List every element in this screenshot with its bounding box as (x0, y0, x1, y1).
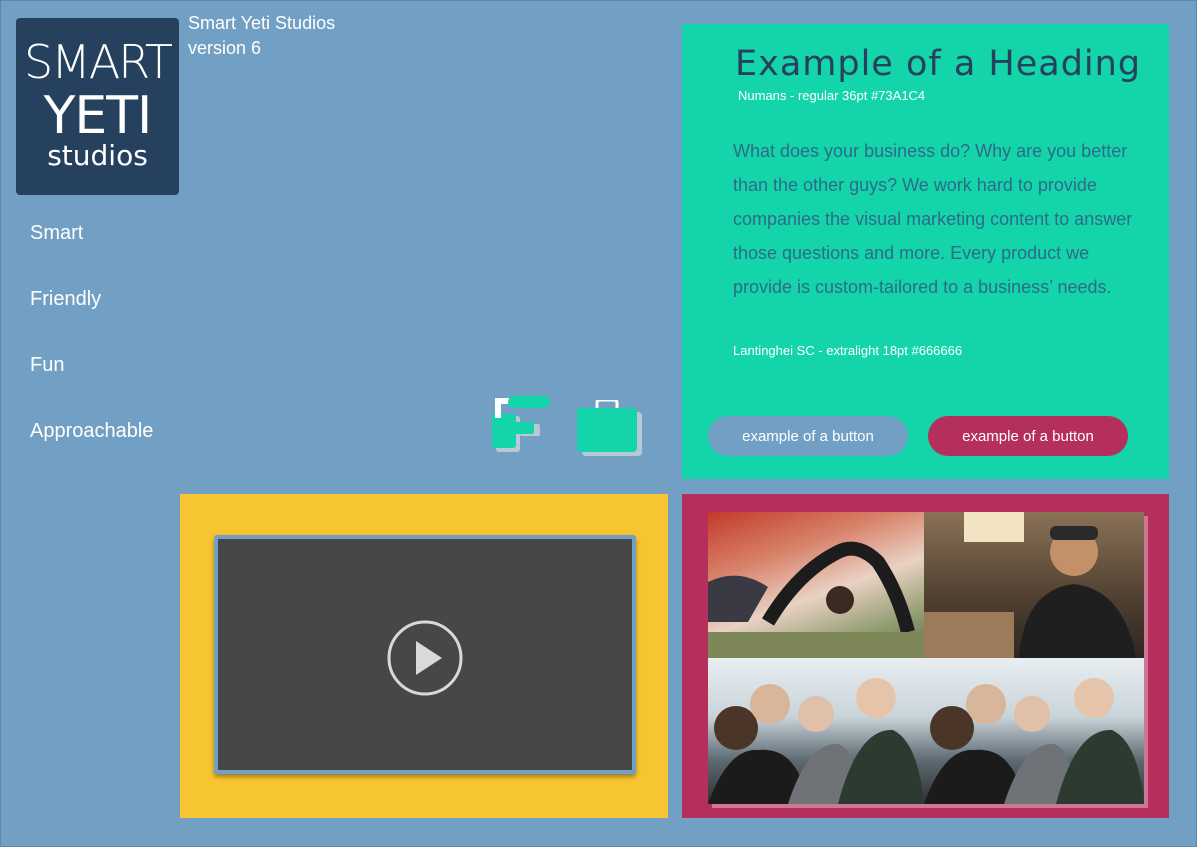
paint-roller-icon[interactable] (492, 396, 552, 454)
example-heading: Example of a Heading (735, 44, 1142, 84)
nav-item-fun[interactable]: Fun (30, 352, 153, 418)
nav-item-smart[interactable]: Smart (30, 220, 153, 286)
photo-panel (682, 494, 1169, 818)
logo-line-smart: SMART (23, 35, 173, 89)
video-panel (180, 494, 668, 818)
photo-group-illustration-2 (924, 678, 1144, 804)
briefcase-icon[interactable] (577, 400, 643, 456)
sidebar-nav: Smart Friendly Fun Approachable (30, 220, 153, 484)
example-button-blue[interactable]: example of a button (708, 416, 908, 456)
photo-portrait-illustration (924, 512, 1136, 658)
photo-group-illustration-1 (708, 678, 924, 804)
nav-item-approachable[interactable]: Approachable (30, 418, 153, 484)
photo-grid (708, 512, 1144, 804)
logo-line-yeti: YETI (43, 86, 153, 146)
content-panel: Example of a Heading Numans - regular 36… (682, 24, 1169, 479)
photo-group-2[interactable] (924, 658, 1144, 804)
brand-name: Smart Yeti Studios (188, 13, 336, 33)
photo-yoga-illustration (708, 541, 924, 658)
nav-item-friendly[interactable]: Friendly (30, 286, 153, 352)
brand-version: version 6 (188, 38, 262, 58)
photo-group-1[interactable] (708, 658, 924, 804)
video-player[interactable] (214, 535, 636, 774)
photo-portrait-man[interactable] (924, 512, 1144, 658)
logo[interactable]: SMART YETI studios (16, 18, 179, 195)
body-font-note: Lantinghei SC - extralight 18pt #666666 (733, 343, 963, 358)
photo-yoga-stretch[interactable] (708, 512, 924, 658)
body-text: What does your business do? Why are you … (733, 141, 1133, 297)
heading-font-note: Numans - regular 36pt #73A1C4 (738, 88, 926, 103)
brand-info: Smart Yeti Studios version 6 (188, 11, 335, 61)
logo-line-studios: studios (47, 139, 148, 172)
play-icon[interactable] (386, 619, 464, 697)
example-button-pink[interactable]: example of a button (928, 416, 1128, 456)
